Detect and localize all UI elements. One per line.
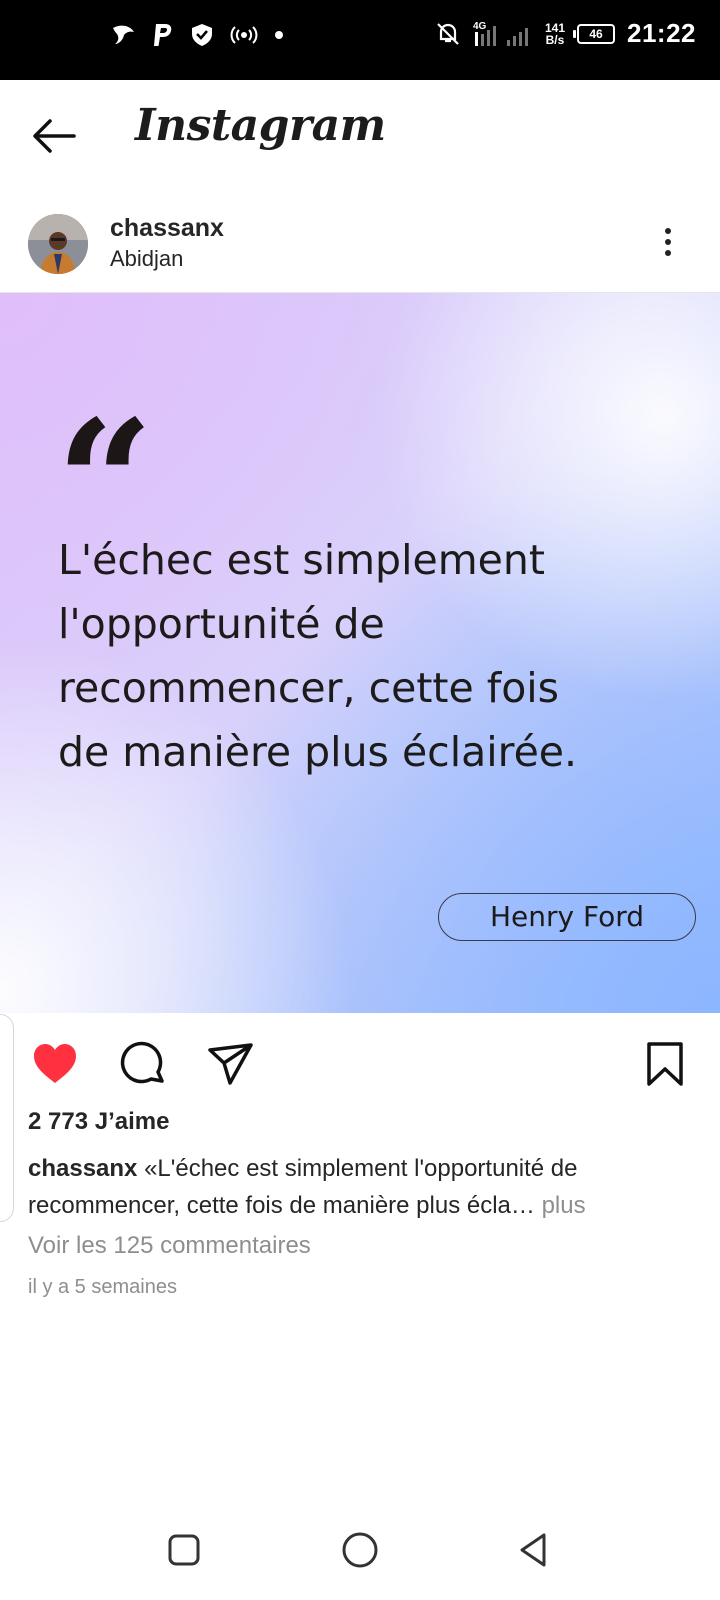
app-title: Instagram [135, 100, 386, 151]
dot-icon [665, 250, 671, 256]
triangle-back-icon [520, 1533, 546, 1567]
caption-more-link[interactable]: plus [542, 1192, 586, 1219]
bell-off-icon [437, 22, 459, 45]
dot-icon [665, 228, 671, 234]
view-comments-link[interactable]: Voir les 125 commentaires [28, 1232, 311, 1260]
home-button[interactable] [338, 1528, 382, 1572]
share-button[interactable] [206, 1039, 256, 1089]
signal-icon: 4G [473, 21, 528, 46]
post-caption[interactable]: chassanx «L'échec est simplement l'oppor… [28, 1150, 688, 1224]
caption-username[interactable]: chassanx [28, 1155, 137, 1182]
network-speed: 141 B/s [544, 20, 565, 47]
arrow-left-icon [33, 119, 76, 153]
save-button[interactable] [640, 1039, 690, 1089]
dot-icon [665, 239, 671, 245]
paper-plane-icon [208, 1043, 253, 1085]
bookmark-icon [647, 1042, 683, 1086]
battery-indicator: 46 [573, 23, 615, 44]
recents-button[interactable] [162, 1528, 206, 1572]
circle-home-icon [342, 1532, 378, 1568]
post-username[interactable]: chassanx [110, 214, 224, 243]
svg-text:4G: 4G [473, 21, 487, 32]
avatar[interactable] [28, 214, 88, 274]
comment-icon [120, 1041, 164, 1084]
paypal-icon [154, 24, 172, 46]
square-recents-icon [168, 1534, 200, 1566]
like-button[interactable] [30, 1039, 80, 1089]
app-header: Instagram [0, 80, 720, 190]
post-actions [0, 1013, 720, 1105]
dot-icon [275, 31, 283, 39]
back-button[interactable] [24, 106, 84, 166]
heart-icon [34, 1044, 76, 1083]
system-nav-bar [0, 1500, 720, 1600]
quote-text: L'échec est simplement l'opportunité de … [58, 536, 578, 776]
post-timestamp: il y a 5 semaines [28, 1276, 177, 1298]
status-time: 21:22 [627, 18, 696, 48]
post-image[interactable]: “ L'échec est simplement l'opportunité d… [0, 293, 720, 1013]
post-header: chassanx Abidjan [0, 202, 720, 293]
bird-app-icon [113, 25, 134, 44]
post-location[interactable]: Abidjan [110, 246, 183, 272]
like-count[interactable]: 2 773 J’aime [28, 1108, 169, 1136]
shield-icon [192, 24, 212, 46]
hotspot-icon [230, 26, 258, 44]
more-options-button[interactable] [656, 222, 680, 262]
comment-button[interactable] [118, 1039, 168, 1089]
back-nav-button[interactable] [512, 1528, 556, 1572]
status-bar: 4G 141 B/s 46 21:22 [0, 0, 720, 80]
quote-author: Henry Ford [438, 893, 696, 941]
